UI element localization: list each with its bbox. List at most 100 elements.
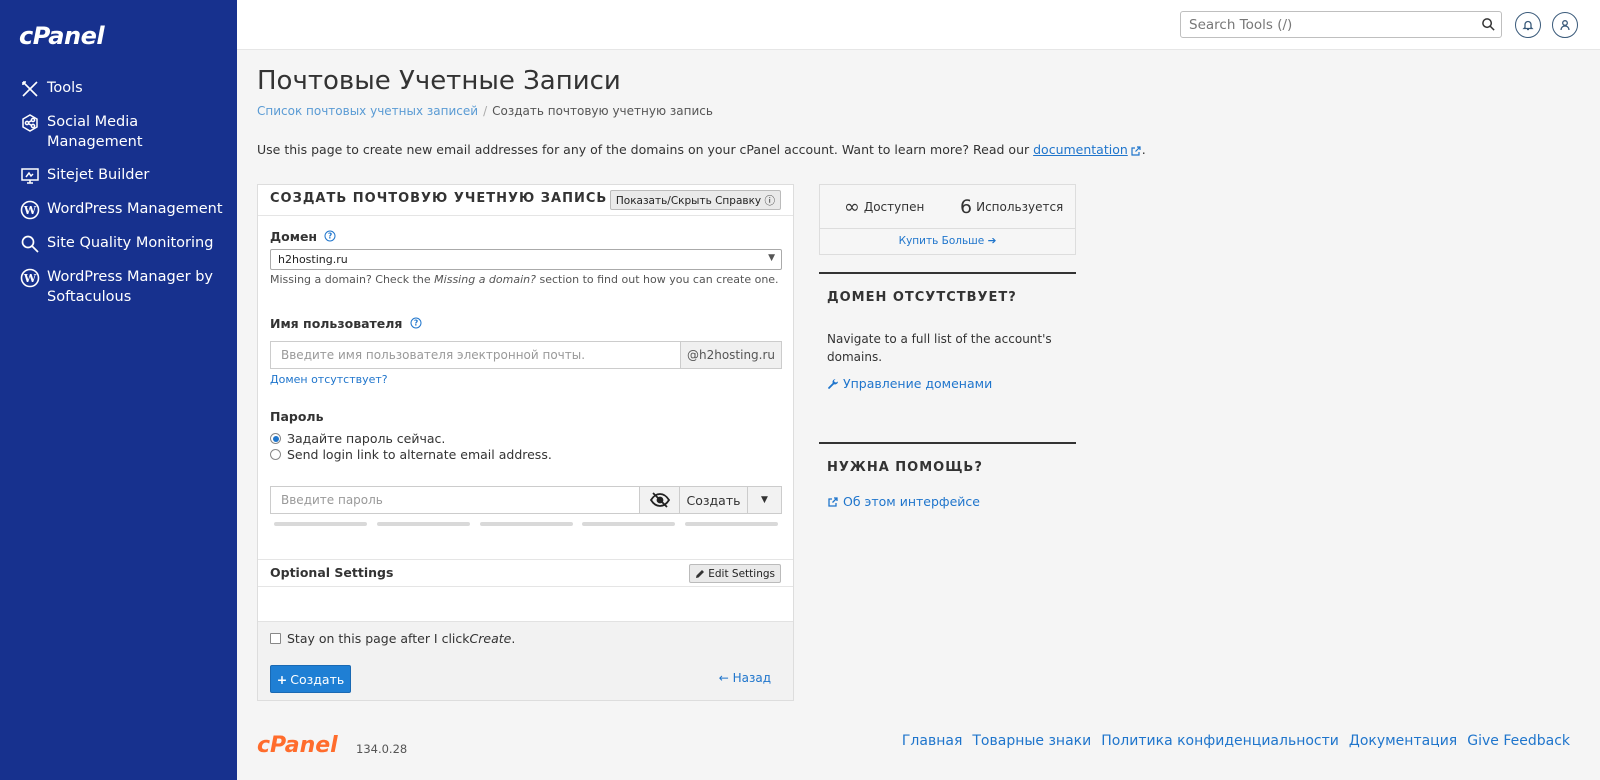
breadcrumb-parent-link[interactable]: Список почтовых учетных записей <box>257 104 478 118</box>
stay-text-pre: Stay on this page after I click <box>287 631 470 646</box>
question-icon[interactable]: ? <box>324 230 336 242</box>
help-toggle-button[interactable]: Показать/Скрыть Справку ⓘ <box>609 190 781 210</box>
bell-icon <box>1522 20 1534 31</box>
form-footer: Stay on this page after I click Create. … <box>258 621 793 700</box>
about-interface-label: Об этом интерфейсе <box>843 494 980 509</box>
sidebar-item-wordpress-management[interactable]: W WordPress Management <box>0 199 237 220</box>
wordpress-icon: W <box>20 200 40 220</box>
intro-body: Use this page to create new email addres… <box>257 142 1034 157</box>
footer-link-privacy[interactable]: Политика конфиденциальности <box>1101 733 1339 749</box>
generate-password-button[interactable]: Создать <box>679 487 747 513</box>
footer-cpanel-logo: cPanel <box>257 733 338 758</box>
username-input[interactable] <box>271 342 680 368</box>
password-input[interactable] <box>271 487 639 513</box>
need-help-section: НУЖНА ПОМОЩЬ? Об этом интерфейсе <box>819 442 1076 522</box>
sitejet-icon <box>20 166 40 186</box>
footer-link-feedback[interactable]: Give Feedback <box>1467 733 1570 749</box>
manage-domains-label: Управление доменами <box>843 376 993 391</box>
domain-hint-post: section to find out how you can create o… <box>535 273 779 286</box>
toggle-password-visibility-button[interactable] <box>639 487 679 513</box>
breadcrumb: Список почтовых учетных записей / Создать … <box>257 104 713 118</box>
radio-send-link-row[interactable]: Send login link to alternate email addre… <box>270 447 552 462</box>
missing-domain-link[interactable]: Домен отсутствует? <box>270 373 388 386</box>
edit-settings-label: Edit Settings <box>708 567 775 580</box>
stat-available: ∞ Доступен <box>844 196 924 218</box>
stay-text-em: Create <box>469 631 512 646</box>
manage-domains-link[interactable]: Управление доменами <box>827 376 992 391</box>
notifications-button[interactable] <box>1515 12 1541 38</box>
sidebar-item-label: WordPress Management <box>47 201 223 217</box>
sidebar-item-tools[interactable]: Tools <box>0 78 237 99</box>
optional-settings-row: Optional Settings Edit Settings <box>258 559 793 587</box>
panel-header: СОЗДАТЬ ПОЧТОВУЮ УЧЕТНУЮ ЗАПИСЬ Показать… <box>258 185 793 216</box>
buy-more-label: Купить Больше <box>898 235 985 247</box>
radio-send-link[interactable] <box>270 449 281 460</box>
strength-segment <box>274 522 367 526</box>
search-input[interactable] <box>1181 12 1471 37</box>
tools-icon <box>20 79 40 99</box>
available-value: ∞ <box>844 196 860 218</box>
search-box <box>1180 11 1502 38</box>
pencil-icon <box>696 569 705 578</box>
sidebar-nav: Tools Social Media Management Sitejet Bu… <box>0 78 237 320</box>
breadcrumb-separator: / <box>483 104 488 118</box>
strength-segment <box>479 522 573 526</box>
sidebar-item-sitejet[interactable]: Sitejet Builder <box>0 165 237 186</box>
missing-domain-title: ДОМЕН ОТСУТСТВУЕТ? <box>827 290 1017 305</box>
stay-text-post: . <box>511 631 516 646</box>
domain-select[interactable]: h2hosting.ru ▼ <box>270 249 782 270</box>
user-icon <box>1560 20 1570 31</box>
account-stats: ∞ Доступен 6 Используется Купить Больше ➔ <box>819 184 1076 255</box>
panel-title: СОЗДАТЬ ПОЧТОВУЮ УЧЕТНУЮ ЗАПИСЬ <box>270 191 608 206</box>
domain-select-value: h2hosting.ru <box>278 253 348 266</box>
stay-on-page-row[interactable]: Stay on this page after I click Create. <box>270 631 515 646</box>
help-toggle-label: Показать/Скрыть Справку <box>615 194 762 207</box>
stay-on-page-checkbox[interactable] <box>270 633 281 644</box>
footer-link-documentation[interactable]: Документация <box>1349 733 1457 749</box>
sidebar-item-social-media[interactable]: Social Media Management <box>0 112 237 152</box>
missing-domain-section: ДОМЕН ОТСУТСТВУЕТ? Navigate to a full li… <box>819 272 1076 432</box>
sidebar-item-wordpress-softaculous[interactable]: W WordPress Manager by Softaculous <box>0 267 237 307</box>
radio-set-password[interactable] <box>270 433 281 444</box>
footer-link-trademarks[interactable]: Товарные знаки <box>972 733 1091 749</box>
documentation-link[interactable]: documentation <box>1033 142 1128 157</box>
about-interface-link[interactable]: Об этом интерфейсе <box>827 494 980 509</box>
username-input-group: @h2hosting.ru <box>270 341 782 369</box>
search-icon[interactable] <box>1481 17 1496 32</box>
back-link[interactable]: ← Назад <box>719 671 771 685</box>
create-button-label: Создать <box>290 671 345 687</box>
edit-settings-button[interactable]: Edit Settings <box>689 564 781 583</box>
generate-options-dropdown[interactable]: ▼ <box>747 487 781 513</box>
footer-links: Главная Товарные знаки Политика конфиден… <box>902 733 1570 749</box>
topbar <box>237 0 1600 50</box>
radio-set-password-label: Задайте пароль сейчас. <box>287 431 446 446</box>
version-text: 134.0.28 <box>356 742 408 756</box>
svg-text:W: W <box>23 272 37 285</box>
password-input-group: Создать ▼ <box>270 486 782 514</box>
footer-link-home[interactable]: Главная <box>902 733 962 749</box>
need-help-title: НУЖНА ПОМОЩЬ? <box>827 460 983 475</box>
stat-used: 6 Используется <box>960 196 1063 218</box>
stats-row: ∞ Доступен 6 Используется <box>820 185 1075 229</box>
password-strength-meter <box>274 522 778 526</box>
sidebar-item-site-quality[interactable]: Site Quality Monitoring <box>0 233 237 254</box>
domain-hint-pre: Missing a domain? Check the <box>270 273 435 286</box>
svg-text:?: ? <box>328 232 332 241</box>
radio-set-password-row[interactable]: Задайте пароль сейчас. <box>270 431 445 446</box>
sidebar-item-label: Social Media Management <box>47 114 143 150</box>
buy-more-link[interactable]: Купить Больше ➔ <box>820 235 1075 247</box>
sidebar-item-label: Sitejet Builder <box>47 167 150 183</box>
wrench-icon <box>828 378 838 389</box>
svg-text:W: W <box>23 204 37 217</box>
strength-segment <box>582 522 676 526</box>
used-label: Используется <box>976 200 1064 214</box>
user-menu-button[interactable] <box>1552 12 1578 38</box>
create-button[interactable]: + Создать <box>270 665 351 693</box>
sidebar-item-label: Site Quality Monitoring <box>47 235 214 251</box>
cpanel-logo[interactable]: cPanel <box>19 22 105 50</box>
intro-text: Use this page to create new email addres… <box>257 142 1146 157</box>
back-link-label: Назад <box>732 671 771 685</box>
sidebar-item-label: Tools <box>47 80 83 96</box>
optional-settings-label: Optional Settings <box>270 565 394 580</box>
question-icon[interactable]: ? <box>410 317 422 329</box>
